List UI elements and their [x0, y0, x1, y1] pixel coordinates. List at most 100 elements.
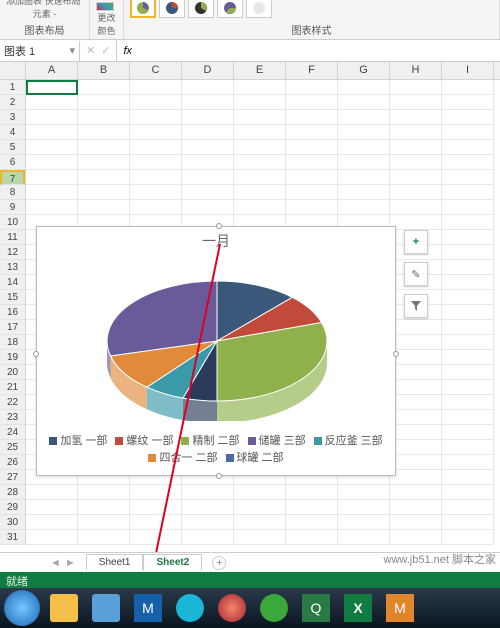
cell[interactable] — [182, 155, 234, 170]
cell[interactable] — [78, 170, 130, 185]
cell[interactable] — [442, 335, 494, 350]
cell[interactable] — [130, 530, 182, 545]
cell[interactable] — [234, 125, 286, 140]
cell[interactable] — [338, 185, 390, 200]
cell[interactable] — [390, 515, 442, 530]
cell[interactable] — [130, 140, 182, 155]
col-header[interactable]: H — [390, 62, 442, 79]
chart-styles-button[interactable]: ✎ — [404, 262, 428, 286]
embedded-chart[interactable]: 一月 加氢 一部螺纹 一部精制 二部储罐 三部反应釜 三部四合一 二部球罐 二部 — [36, 226, 396, 476]
cell[interactable] — [286, 485, 338, 500]
legend-item[interactable]: 精制 二部 — [181, 433, 239, 449]
taskbar-app[interactable]: M — [128, 592, 168, 624]
cell[interactable] — [390, 335, 442, 350]
cell[interactable] — [78, 515, 130, 530]
cell[interactable] — [26, 200, 78, 215]
cell[interactable] — [442, 395, 494, 410]
cell[interactable] — [286, 185, 338, 200]
row-header[interactable]: 2 — [0, 95, 25, 110]
cell[interactable] — [442, 170, 494, 185]
cell[interactable] — [390, 320, 442, 335]
row-header[interactable]: 9 — [0, 200, 25, 215]
row-header[interactable]: 5 — [0, 140, 25, 155]
cell[interactable] — [442, 350, 494, 365]
chart-title[interactable]: 一月 — [37, 231, 395, 251]
cell[interactable] — [286, 515, 338, 530]
row-header[interactable]: 12 — [0, 245, 25, 260]
cell[interactable] — [234, 140, 286, 155]
cell[interactable] — [182, 485, 234, 500]
cell[interactable] — [234, 185, 286, 200]
cell[interactable] — [78, 485, 130, 500]
pie-chart-plot[interactable] — [37, 251, 397, 421]
cell[interactable] — [338, 125, 390, 140]
cell[interactable] — [78, 140, 130, 155]
cell[interactable] — [234, 530, 286, 545]
chart-filters-button[interactable] — [404, 294, 428, 318]
taskbar-app[interactable] — [254, 592, 294, 624]
cell[interactable] — [26, 140, 78, 155]
cell[interactable] — [442, 380, 494, 395]
taskbar-excel[interactable]: X — [338, 592, 378, 624]
sheet-tab-active[interactable]: Sheet2 — [143, 554, 202, 571]
taskbar-app[interactable] — [86, 592, 126, 624]
cell[interactable] — [442, 125, 494, 140]
col-header[interactable]: D — [182, 62, 234, 79]
cell[interactable] — [390, 125, 442, 140]
cell[interactable] — [286, 110, 338, 125]
cell[interactable] — [286, 530, 338, 545]
row-header[interactable]: 26 — [0, 455, 25, 470]
cell[interactable] — [442, 500, 494, 515]
cell[interactable] — [78, 125, 130, 140]
legend-item[interactable]: 储罐 三部 — [248, 433, 306, 449]
col-header[interactable]: I — [442, 62, 494, 79]
cell[interactable] — [442, 440, 494, 455]
cell[interactable] — [26, 125, 78, 140]
cell[interactable] — [338, 485, 390, 500]
cell[interactable] — [26, 185, 78, 200]
cell[interactable] — [390, 470, 442, 485]
cell[interactable] — [390, 95, 442, 110]
cell[interactable] — [442, 515, 494, 530]
cell[interactable] — [442, 200, 494, 215]
cell[interactable] — [182, 140, 234, 155]
cell[interactable] — [442, 275, 494, 290]
cell[interactable] — [130, 500, 182, 515]
cell[interactable] — [286, 125, 338, 140]
cell[interactable] — [338, 170, 390, 185]
cell[interactable] — [182, 95, 234, 110]
sheet-tab[interactable]: Sheet1 — [86, 554, 144, 570]
cell[interactable] — [390, 185, 442, 200]
cell[interactable] — [130, 110, 182, 125]
cell[interactable] — [78, 530, 130, 545]
cell[interactable] — [286, 170, 338, 185]
worksheet-grid[interactable]: A B C D E F G H I 1234567891011121314151… — [0, 62, 500, 552]
cell[interactable] — [390, 380, 442, 395]
cell[interactable] — [286, 155, 338, 170]
cell[interactable] — [286, 500, 338, 515]
cell[interactable] — [234, 110, 286, 125]
cell[interactable] — [286, 95, 338, 110]
cell[interactable] — [78, 200, 130, 215]
taskbar-app[interactable]: Q — [296, 592, 336, 624]
cell[interactable] — [26, 500, 78, 515]
cell[interactable] — [26, 530, 78, 545]
row-header[interactable]: 3 — [0, 110, 25, 125]
taskbar-app[interactable] — [170, 592, 210, 624]
cell[interactable] — [390, 155, 442, 170]
row-header[interactable]: 29 — [0, 500, 25, 515]
cell[interactable] — [234, 500, 286, 515]
cell[interactable] — [26, 170, 78, 185]
row-header[interactable]: 21 — [0, 380, 25, 395]
cell[interactable] — [442, 140, 494, 155]
row-header[interactable]: 23 — [0, 410, 25, 425]
row-header[interactable]: 13 — [0, 260, 25, 275]
cell[interactable] — [26, 155, 78, 170]
legend-item[interactable]: 球罐 二部 — [226, 450, 284, 466]
cell[interactable] — [338, 200, 390, 215]
cell[interactable] — [26, 110, 78, 125]
cell[interactable] — [390, 215, 442, 230]
row-header[interactable]: 24 — [0, 425, 25, 440]
row-header[interactable]: 22 — [0, 395, 25, 410]
row-header[interactable]: 25 — [0, 440, 25, 455]
